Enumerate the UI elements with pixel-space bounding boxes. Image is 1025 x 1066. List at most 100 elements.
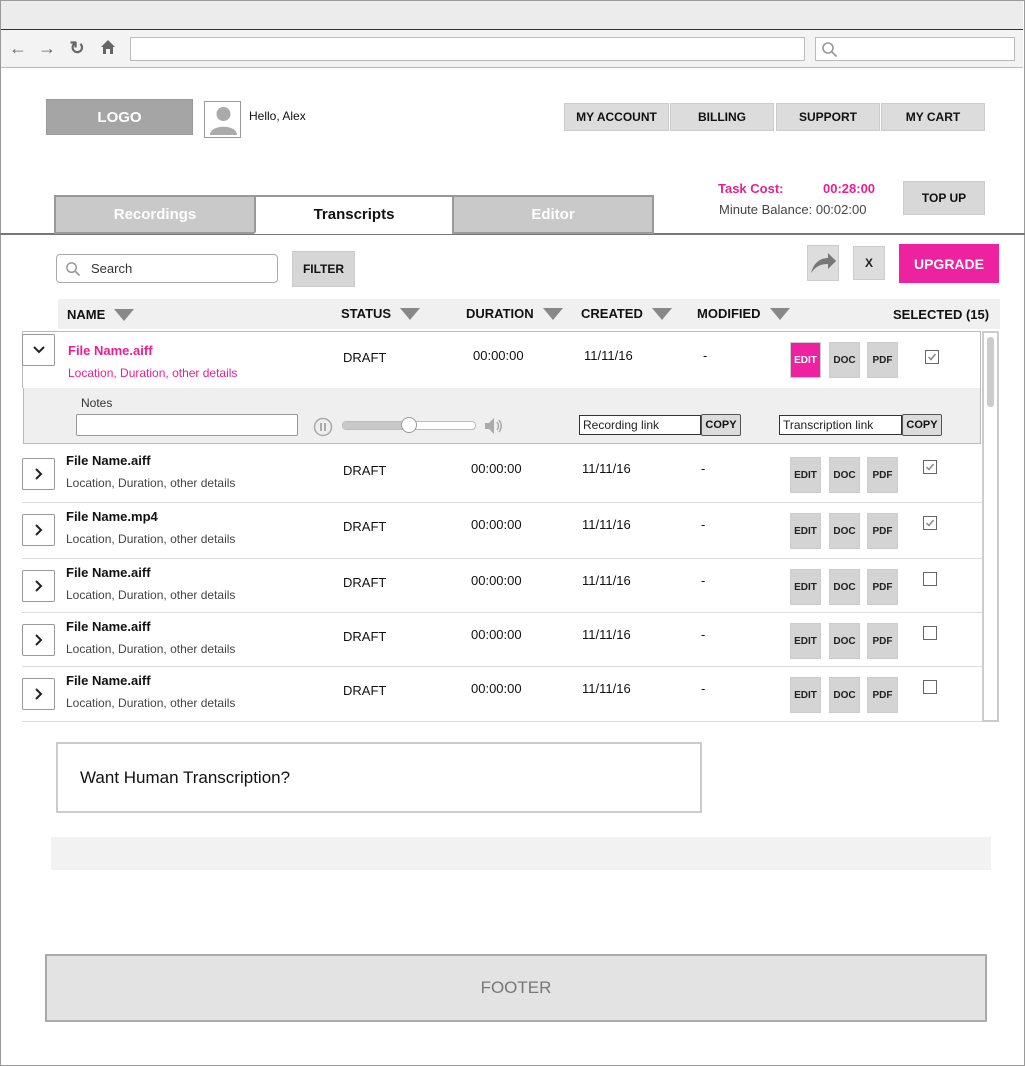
share-button[interactable] <box>807 245 839 281</box>
playback-slider-handle[interactable] <box>401 417 417 433</box>
transcription-link-input[interactable]: Transcription link <box>779 415 902 435</box>
pdf-button[interactable]: PDF <box>867 513 898 549</box>
sort-icon <box>542 307 563 320</box>
edit-button[interactable]: EDIT <box>790 569 821 605</box>
table-scrollbar[interactable] <box>982 331 999 722</box>
sort-icon <box>114 308 135 321</box>
edit-button[interactable]: EDIT <box>790 342 821 378</box>
billing-button[interactable]: BILLING <box>670 103 774 131</box>
column-modified[interactable]: MODIFIED <box>697 306 790 321</box>
file-name[interactable]: File Name.aiff <box>66 673 151 688</box>
scrollbar-thumb[interactable] <box>987 337 994 407</box>
file-name[interactable]: File Name.aiff <box>68 343 153 358</box>
browser-search-input[interactable] <box>815 37 1015 61</box>
sort-icon <box>400 307 421 320</box>
my-account-button[interactable]: MY ACCOUNT <box>564 103 669 131</box>
chevron-right-icon <box>34 688 42 700</box>
status-cell: DRAFT <box>343 463 387 478</box>
expand-row-button[interactable] <box>22 678 55 710</box>
support-button[interactable]: SUPPORT <box>776 103 880 131</box>
reload-icon[interactable]: ↻ <box>67 38 87 58</box>
file-name[interactable]: File Name.aiff <box>66 619 151 634</box>
file-details: Location, Duration, other details <box>66 642 236 656</box>
expand-row-button[interactable] <box>22 624 55 656</box>
task-cost-label: Task Cost: <box>718 181 784 196</box>
doc-button[interactable]: DOC <box>829 569 860 605</box>
edit-button[interactable]: EDIT <box>790 457 821 493</box>
edit-button[interactable]: EDIT <box>790 513 821 549</box>
close-button[interactable]: X <box>853 246 885 280</box>
top-up-button[interactable]: TOP UP <box>903 181 985 215</box>
chevron-right-icon <box>34 524 42 536</box>
row-checkbox[interactable] <box>925 350 939 364</box>
user-avatar-icon[interactable] <box>204 101 241 138</box>
pdf-button[interactable]: PDF <box>867 569 898 605</box>
back-icon[interactable]: ← <box>8 38 28 58</box>
doc-button[interactable]: DOC <box>829 623 860 659</box>
search-input[interactable]: Search <box>56 254 278 283</box>
pdf-button[interactable]: PDF <box>867 677 898 713</box>
filter-button[interactable]: FILTER <box>292 251 355 287</box>
row-checkbox[interactable] <box>923 572 937 586</box>
column-selected: SELECTED (15) <box>893 307 990 322</box>
status-cell: DRAFT <box>343 575 387 590</box>
logo[interactable]: LOGO <box>46 99 193 135</box>
file-details: Location, Duration, other details <box>66 476 236 490</box>
info-strip <box>51 837 991 870</box>
edit-button[interactable]: EDIT <box>790 623 821 659</box>
column-status[interactable]: STATUS <box>341 306 421 321</box>
home-icon[interactable] <box>98 38 118 58</box>
speaker-icon[interactable] <box>484 417 504 435</box>
tab-recordings[interactable]: Recordings <box>54 195 256 234</box>
status-cell: DRAFT <box>343 629 387 644</box>
file-name[interactable]: File Name.mp4 <box>66 509 158 524</box>
pause-icon[interactable] <box>313 417 333 437</box>
copy-recording-link-button[interactable]: COPY <box>701 414 741 436</box>
share-icon <box>811 253 836 273</box>
chevron-right-icon <box>34 468 42 480</box>
expand-row-button[interactable] <box>22 458 55 490</box>
file-details: Location, Duration, other details <box>66 532 236 546</box>
pdf-button[interactable]: PDF <box>867 623 898 659</box>
created-cell: 11/11/16 <box>582 573 631 588</box>
my-cart-button[interactable]: MY CART <box>881 103 985 131</box>
address-bar[interactable] <box>130 37 805 61</box>
row-checkbox[interactable] <box>923 680 937 694</box>
edit-button[interactable]: EDIT <box>790 677 821 713</box>
notes-input[interactable] <box>76 414 298 436</box>
sort-icon <box>769 307 790 320</box>
upgrade-button[interactable]: UPGRADE <box>899 244 999 283</box>
column-duration-label: DURATION <box>466 306 534 321</box>
expand-row-button[interactable] <box>22 570 55 602</box>
modified-cell: - <box>701 627 706 642</box>
row-checkbox[interactable] <box>923 626 937 640</box>
doc-button[interactable]: DOC <box>829 513 860 549</box>
search-icon <box>822 42 838 58</box>
status-cell: DRAFT <box>343 350 387 365</box>
column-name[interactable]: NAME <box>67 307 135 322</box>
doc-button[interactable]: DOC <box>829 457 860 493</box>
pdf-button[interactable]: PDF <box>867 342 898 378</box>
row-checkbox[interactable] <box>923 460 937 474</box>
column-modified-label: MODIFIED <box>697 306 761 321</box>
created-cell: 11/11/16 <box>582 627 631 642</box>
doc-button[interactable]: DOC <box>829 677 860 713</box>
collapse-row-button[interactable] <box>22 334 55 366</box>
expand-row-button[interactable] <box>22 514 55 546</box>
file-name[interactable]: File Name.aiff <box>66 453 151 468</box>
pdf-button[interactable]: PDF <box>867 457 898 493</box>
copy-transcription-link-button[interactable]: COPY <box>902 414 942 436</box>
column-created-label: CREATED <box>581 306 643 321</box>
doc-button[interactable]: DOC <box>829 342 860 378</box>
file-name[interactable]: File Name.aiff <box>66 565 151 580</box>
task-cost-value: 00:28:00 <box>823 181 876 196</box>
greeting: Hello, Alex <box>249 109 306 123</box>
tab-transcripts[interactable]: Transcripts <box>254 195 454 234</box>
forward-icon[interactable]: → <box>37 38 57 58</box>
column-duration[interactable]: DURATION <box>466 306 563 321</box>
column-created[interactable]: CREATED <box>581 306 672 321</box>
row-checkbox[interactable] <box>923 516 937 530</box>
recording-link-input[interactable]: Recording link <box>579 415 701 435</box>
tab-editor[interactable]: Editor <box>452 195 654 234</box>
human-transcription-promo[interactable]: Want Human Transcription? <box>56 742 702 813</box>
